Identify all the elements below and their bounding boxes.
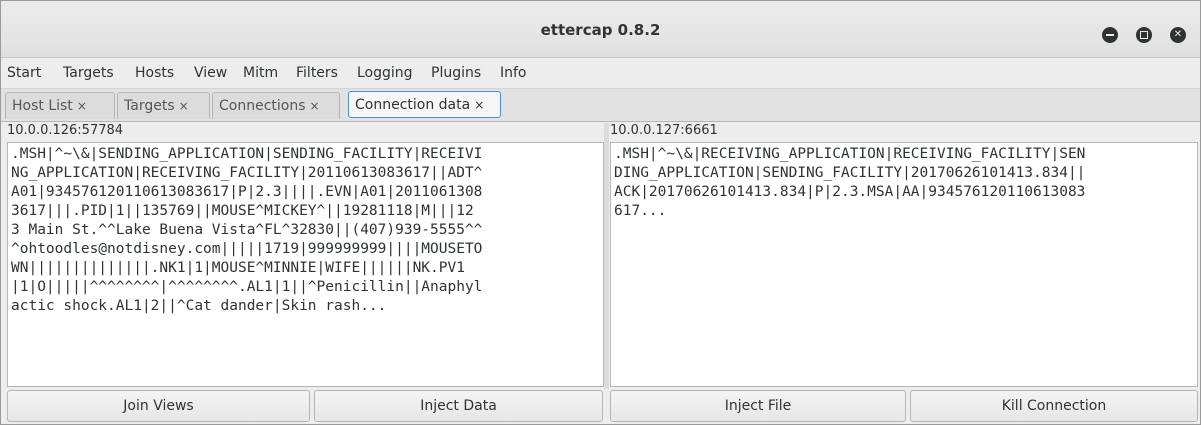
source-address: 10.0.0.126:57784	[7, 123, 124, 138]
data-line: actic shock.AL1|2||^Cat dander|Skin rash…	[11, 298, 387, 314]
close-tab-icon[interactable]: ×	[310, 99, 320, 113]
tab-label: Host List	[12, 98, 73, 114]
tab-label: Connection data	[355, 97, 471, 113]
title-bar: ettercap 0.8.2 ✕	[1, 1, 1200, 58]
menu-mitm[interactable]: Mitm	[243, 65, 278, 81]
tab-label: Connections	[219, 98, 306, 114]
data-line: .MSH|^~\&|SENDING_APPLICATION|SENDING_FA…	[11, 146, 483, 162]
destination-data-text[interactable]: .MSH|^~\&|RECEIVING_APPLICATION|RECEIVIN…	[610, 142, 1198, 387]
data-line: 617...	[614, 203, 667, 219]
tab-connection-data[interactable]: Connection data ×	[348, 91, 501, 118]
data-line: 3 Main St.^^Lake Buena Vista^FL^32830||(…	[11, 222, 483, 238]
tab-bar: Host List × Targets × Connections × Connect…	[1, 89, 1200, 122]
window-title: ettercap 0.8.2	[540, 21, 661, 39]
close-tab-icon[interactable]: ×	[474, 98, 484, 112]
menu-targets[interactable]: Targets	[63, 65, 114, 81]
join-views-button[interactable]: Join Views	[7, 390, 310, 422]
maximize-icon[interactable]	[1136, 27, 1152, 43]
data-line: WN||||||||||||||.NK1|1|MOUSE^MINNIE|WIFE…	[11, 260, 465, 276]
left-connection-pane: 10.0.0.126:57784 .MSH|^~\&|SENDING_APPLI…	[7, 123, 604, 387]
menu-plugins[interactable]: Plugins	[431, 65, 481, 81]
data-line: |1|O|||||^^^^^^^^|^^^^^^^^.AL1|1||^Penic…	[11, 279, 483, 295]
tab-connections[interactable]: Connections ×	[212, 92, 340, 119]
minimize-icon[interactable]	[1102, 27, 1118, 43]
data-line: 3617|||.PID|1||135769||MOUSE^MICKEY^||19…	[11, 203, 474, 219]
menu-bar: Start Targets Hosts View Mitm Filters Lo…	[1, 58, 1200, 89]
data-line: .MSH|^~\&|RECEIVING_APPLICATION|RECEIVIN…	[614, 146, 1086, 162]
menu-filters[interactable]: Filters	[296, 65, 338, 81]
menu-info[interactable]: Info	[500, 65, 527, 81]
close-icon[interactable]: ✕	[1170, 27, 1186, 43]
menu-logging[interactable]: Logging	[357, 65, 413, 81]
kill-connection-button[interactable]: Kill Connection	[910, 390, 1198, 422]
source-data-text[interactable]: .MSH|^~\&|SENDING_APPLICATION|SENDING_FA…	[7, 142, 604, 387]
right-connection-pane: 10.0.0.127:6661 .MSH|^~\&|RECEIVING_APPL…	[610, 123, 1198, 387]
ettercap-window: ettercap 0.8.2 ✕ Start Targets Hosts Vie…	[0, 0, 1201, 425]
menu-hosts[interactable]: Hosts	[135, 65, 174, 81]
menu-start[interactable]: Start	[7, 65, 41, 81]
destination-address: 10.0.0.127:6661	[610, 123, 718, 138]
close-tab-icon[interactable]: ×	[179, 99, 189, 113]
pane-divider[interactable]	[604, 123, 609, 389]
data-line: DING_APPLICATION|SENDING_FACILITY|201706…	[614, 165, 1086, 181]
close-tab-icon[interactable]: ×	[77, 99, 87, 113]
data-line: NG_APPLICATION|RECEIVING_FACILITY|201106…	[11, 165, 483, 181]
tab-label: Targets	[124, 98, 175, 114]
inject-file-button[interactable]: Inject File	[610, 390, 906, 422]
inject-data-button[interactable]: Inject Data	[314, 390, 603, 422]
data-line: ^ohtoodles@notdisney.com|||||1719|999999…	[11, 241, 483, 257]
menu-view[interactable]: View	[194, 65, 227, 81]
tab-targets[interactable]: Targets ×	[117, 92, 210, 119]
tab-host-list[interactable]: Host List ×	[5, 92, 115, 119]
data-line: ACK|20170626101413.834|P|2.3.MSA|AA|9345…	[614, 184, 1086, 200]
data-line: A01|934576120110613083617|P|2.3||||.EVN|…	[11, 184, 483, 200]
